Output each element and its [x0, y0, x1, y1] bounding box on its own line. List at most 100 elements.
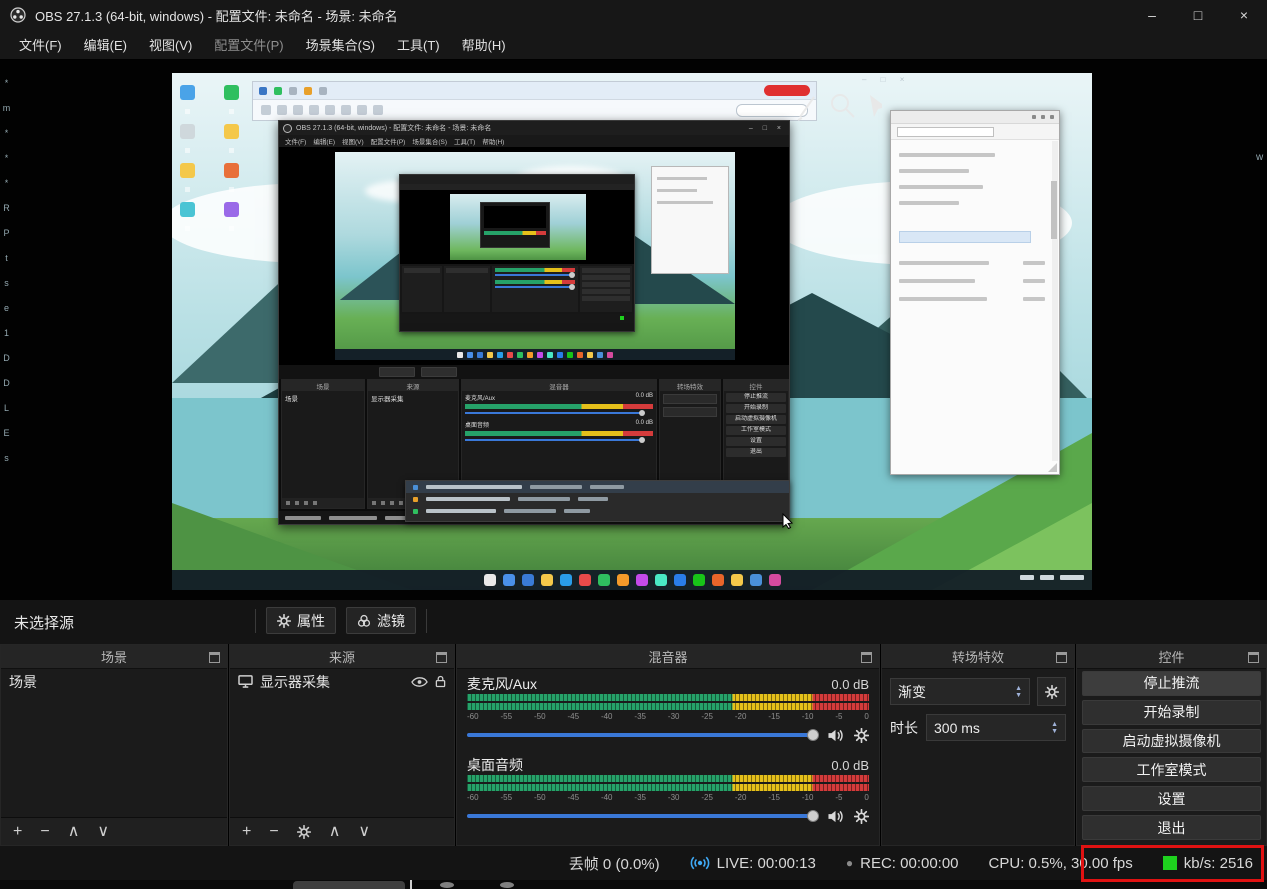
studio-mode-button[interactable]: 工作室模式	[1082, 757, 1261, 783]
spin-up-icon[interactable]: ▲	[1051, 721, 1058, 728]
transitions-panel-header[interactable]: 转场特效	[882, 645, 1074, 669]
minimize-button[interactable]: –	[1129, 0, 1175, 30]
speaker-icon[interactable]	[827, 728, 844, 743]
volume-slider[interactable]	[467, 810, 819, 822]
nested-taskbar-icon	[587, 351, 593, 358]
transition-select[interactable]: 渐变 ▲ ▼	[890, 678, 1030, 705]
stop-streaming-button[interactable]: 停止推流	[1082, 671, 1261, 696]
toolbar-divider	[255, 608, 256, 633]
db-tick: -35	[634, 793, 646, 802]
menu-item[interactable]: 视图(V)	[138, 30, 203, 60]
dock-popout-icon[interactable]	[861, 652, 872, 663]
visibility-eye-icon[interactable]	[411, 676, 428, 687]
db-scale: -60 -55 -50 -45 -40 -35 -30 -25 -20 -15 -10 -5 0	[467, 712, 869, 721]
spin-down-icon[interactable]: ▼	[1015, 692, 1022, 699]
exit-button[interactable]: 退出	[1082, 815, 1261, 840]
source-up-button[interactable]: ∧	[329, 823, 341, 840]
transition-selected-value: 渐变	[898, 683, 926, 700]
background-window-controls: – □ ×	[862, 75, 911, 84]
spin-down-icon[interactable]: ▼	[1051, 728, 1058, 735]
scene-down-button[interactable]: ∨	[97, 823, 109, 840]
ribbon-icon	[341, 105, 351, 115]
mixer-panel-header[interactable]: 混音器	[457, 645, 879, 669]
db-tick: -30	[667, 712, 680, 721]
nested-obs-window	[399, 174, 635, 332]
edge-char: w	[1256, 152, 1264, 163]
remove-source-button[interactable]: −	[269, 823, 278, 840]
menu-item[interactable]: 工具(T)	[386, 30, 451, 60]
source-properties-gear-icon[interactable]	[296, 824, 311, 839]
inner-preview	[279, 147, 789, 365]
taskbar-icon	[654, 574, 667, 586]
document-toolbar	[253, 82, 816, 100]
preview-canvas[interactable]: – □ × OBS 27.1.3 (64-bit, windows) - 配置文…	[172, 73, 1092, 590]
start-recording-button[interactable]: 开始录制	[1082, 699, 1261, 725]
inner-source-item: 显示器采集	[371, 396, 404, 403]
filters-button[interactable]: 滤镜	[346, 607, 416, 634]
speaker-icon[interactable]	[827, 809, 844, 824]
edge-char: *	[4, 178, 9, 188]
inner-control-button: 开始录制	[726, 404, 786, 413]
dock-popout-icon[interactable]	[436, 652, 447, 663]
combo-spin-arrows[interactable]: ▲ ▼	[1015, 685, 1022, 699]
nested-preview-2	[484, 206, 546, 228]
gear-icon	[1044, 684, 1059, 699]
start-virtual-camera-button[interactable]: 启动虚拟摄像机	[1082, 728, 1261, 754]
add-source-button[interactable]: +	[242, 823, 251, 840]
bottom-edge-sliver	[0, 880, 1267, 889]
scenes-panel-title: 场景	[100, 650, 127, 665]
source-list-item[interactable]: 显示器采集	[230, 669, 454, 694]
menu-item[interactable]: 帮助(H)	[451, 30, 517, 60]
controls-panel-header[interactable]: 控件	[1077, 645, 1266, 669]
volume-slider-handle[interactable]	[807, 810, 819, 822]
dock-popout-icon[interactable]	[1056, 652, 1067, 663]
dock-popout-icon[interactable]	[209, 652, 220, 663]
db-tick: -40	[600, 793, 613, 802]
add-scene-button[interactable]: +	[13, 823, 22, 840]
volume-slider[interactable]	[467, 729, 819, 741]
desktop-icon	[180, 163, 195, 178]
menu-item[interactable]: 配置文件(P)	[203, 30, 294, 60]
inner-sources-title: 来源	[368, 380, 458, 391]
text-line	[657, 177, 707, 180]
scenes-panel-header[interactable]: 场景	[1, 645, 227, 669]
menu-item[interactable]: 编辑(E)	[73, 30, 138, 60]
file-icon	[413, 508, 418, 514]
remove-scene-button[interactable]: −	[40, 823, 49, 840]
scene-up-button[interactable]: ∧	[68, 823, 80, 840]
sliver-shape	[500, 882, 514, 888]
transition-properties-button[interactable]	[1037, 677, 1066, 706]
dock-popout-icon[interactable]	[1248, 652, 1259, 663]
scene-list-item[interactable]: 场景	[1, 669, 227, 694]
channel-settings-gear-icon[interactable]	[854, 727, 869, 743]
ribbon-icon	[261, 105, 271, 115]
duration-spin-arrows[interactable]: ▲ ▼	[1051, 721, 1058, 735]
edge-char: 1	[3, 328, 9, 338]
source-down-button[interactable]: ∨	[358, 823, 370, 840]
inner-window-title: OBS 27.1.3 (64-bit, windows) - 配置文件: 未命名…	[296, 125, 492, 132]
duration-spinbox[interactable]: 300 ms ▲ ▼	[926, 714, 1066, 741]
file-icon	[413, 496, 418, 502]
nested-taskbar-icon	[457, 351, 463, 358]
gear-icon	[277, 613, 291, 628]
db-tick: -40	[600, 712, 613, 721]
volume-slider-handle[interactable]	[807, 729, 819, 741]
spin-up-icon[interactable]: ▲	[1015, 685, 1022, 692]
properties-button[interactable]: 属性	[266, 607, 336, 634]
nested-taskbar	[335, 349, 735, 360]
desktop-icon	[180, 124, 195, 139]
channel-settings-gear-icon[interactable]	[854, 808, 869, 824]
db-tick: -25	[701, 793, 713, 802]
close-button[interactable]: ×	[1221, 0, 1267, 30]
settings-button[interactable]: 设置	[1082, 786, 1261, 812]
menu-item[interactable]: 文件(F)	[8, 30, 73, 60]
transitions-panel-title: 转场特效	[951, 650, 1004, 665]
nested-preview	[400, 190, 634, 264]
scrollbar-thumb	[1051, 181, 1057, 239]
cursor-tool-icon	[870, 95, 882, 117]
menu-item[interactable]: 场景集合(S)	[295, 30, 386, 60]
sources-panel-header[interactable]: 来源	[230, 645, 454, 669]
captured-taskbar	[172, 570, 1092, 590]
maximize-button[interactable]: □	[1175, 0, 1221, 30]
lock-icon[interactable]	[435, 675, 446, 688]
